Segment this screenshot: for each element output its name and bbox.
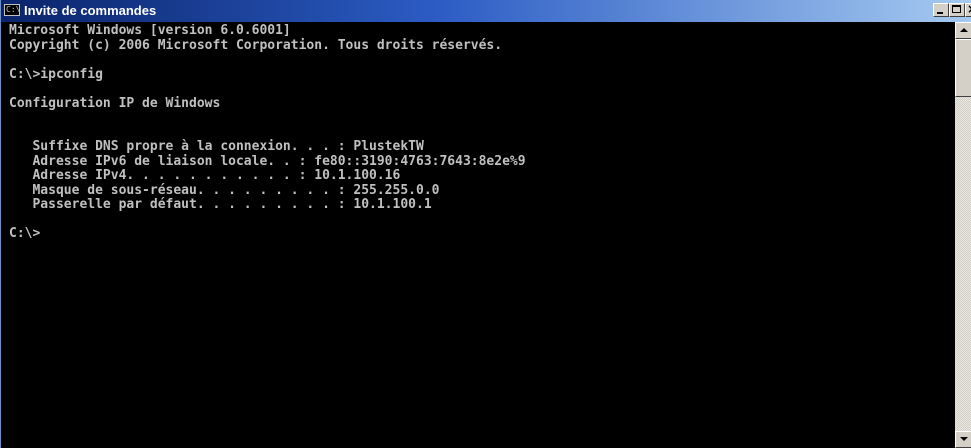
vertical-scrollbar[interactable]: [955, 22, 971, 448]
command-prompt-window: C:\ Invite de commandes × Microsoft Wind…: [0, 0, 971, 448]
console-line: Adresse IPv4. . . . . . . . . . . : 10.1…: [9, 168, 401, 183]
console-line: Suffixe DNS propre à la connexion. . . :…: [9, 139, 424, 154]
console-line: C:\>ipconfig: [9, 66, 103, 82]
console-output[interactable]: Microsoft Windows [version 6.0.6001] Copy…: [9, 24, 949, 448]
scrollbar-thumb[interactable]: [955, 39, 971, 97]
console-line: Copyright (c) 2006 Microsoft Corporation…: [9, 37, 503, 53]
console-prompt[interactable]: C:\>: [9, 226, 949, 242]
console-icon[interactable]: C:\: [4, 4, 20, 16]
maximize-icon: [952, 5, 961, 13]
console-line: Microsoft Windows [version 6.0.6001]: [9, 24, 291, 38]
maximize-button[interactable]: [949, 3, 965, 17]
arrow-down-icon: [960, 437, 968, 441]
minimize-button[interactable]: [933, 3, 949, 17]
scroll-down-button[interactable]: [955, 431, 971, 448]
scroll-up-button[interactable]: [955, 22, 971, 39]
title-bar[interactable]: C:\ Invite de commandes ×: [1, 0, 971, 22]
console-line: Configuration IP de Windows: [9, 95, 221, 111]
console-line: Masque de sous-réseau. . . . . . . . . :…: [9, 182, 440, 198]
console-line: Adresse IPv6 de liaison locale. . : fe80…: [9, 153, 526, 169]
close-button[interactable]: ×: [965, 3, 971, 17]
close-icon: ×: [967, 4, 971, 15]
arrow-up-icon: [960, 28, 968, 32]
console-line: Passerelle par défaut. . . . . . . . . :…: [9, 197, 432, 212]
minimize-icon: [937, 12, 943, 14]
window-title: Invite de commandes: [24, 3, 157, 18]
